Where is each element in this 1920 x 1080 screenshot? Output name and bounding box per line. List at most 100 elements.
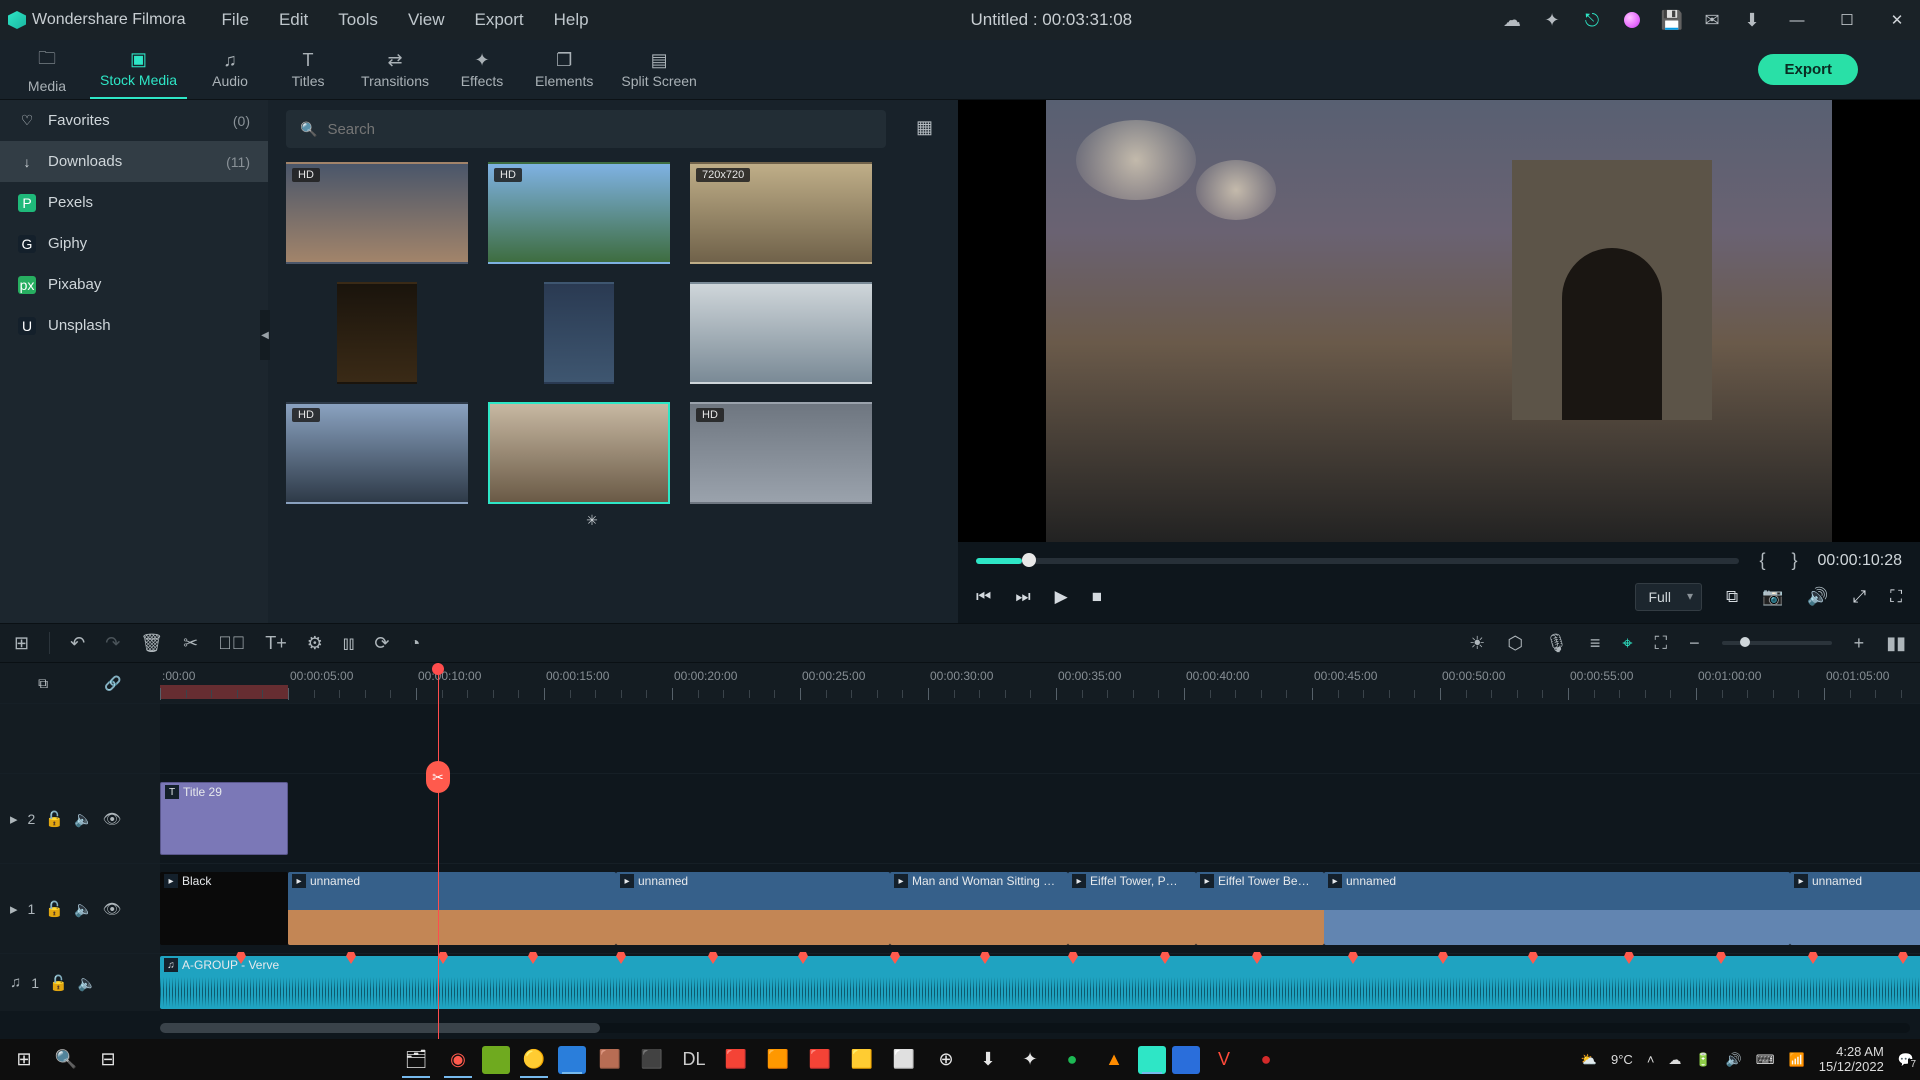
tb-filmora-icon[interactable] — [1138, 1046, 1166, 1074]
media-thumb[interactable] — [337, 282, 417, 384]
tb-app2-icon[interactable]: 🟫 — [592, 1042, 628, 1078]
menu-view[interactable]: View — [396, 6, 457, 34]
video-clip[interactable]: ▸Eiffel Tower Be… — [1196, 872, 1324, 945]
preview-quality-select[interactable]: Full — [1635, 583, 1702, 611]
tray-volume-icon[interactable]: 🔊 — [1726, 1052, 1742, 1068]
render-icon[interactable]: ☀ — [1469, 633, 1485, 654]
tray-onedrive-icon[interactable]: ☁ — [1668, 1052, 1681, 1068]
play-button[interactable]: ▶ — [1055, 587, 1068, 607]
next-frame-button[interactable]: ⏭ — [1015, 587, 1030, 607]
tb-app5-icon[interactable]: 🟥 — [718, 1042, 754, 1078]
sidebar-item-favorites[interactable]: ♡Favorites(0) — [0, 100, 268, 141]
link-icon[interactable]: 🔗 — [104, 675, 121, 692]
tb-explorer-icon[interactable]: 🗂 — [398, 1042, 434, 1078]
tb-chrome-icon[interactable]: 🟡 — [516, 1042, 552, 1078]
tb-app7-icon[interactable]: 🟥 — [802, 1042, 838, 1078]
account-icon[interactable] — [1622, 10, 1642, 30]
track-lock-icon[interactable]: 🔓 — [49, 974, 68, 992]
tb-search-icon[interactable]: 🔍 — [48, 1042, 84, 1078]
tb-spotify-icon[interactable]: ● — [1054, 1042, 1090, 1078]
title-clip[interactable]: TTitle 29 — [160, 782, 288, 855]
tab-effects[interactable]: ✦Effects — [447, 40, 517, 99]
levels-button[interactable]: ⫾⫾ — [343, 633, 355, 654]
menu-tools[interactable]: Tools — [326, 6, 390, 34]
tb-screenrec-icon[interactable]: ◉ — [440, 1042, 476, 1078]
compare-icon[interactable]: ⧉ — [1726, 587, 1738, 607]
tb-app3-icon[interactable]: ⬛ — [634, 1042, 670, 1078]
menu-export[interactable]: Export — [462, 6, 535, 34]
split-handle-icon[interactable]: ✂ — [426, 761, 450, 793]
tb-nvidia-icon[interactable] — [482, 1046, 510, 1074]
tray-battery-icon[interactable]: 🔋 — [1695, 1052, 1711, 1068]
timeline-ruler[interactable]: :00:0000:00:05:0000:00:10:0000:00:15:000… — [160, 663, 1920, 703]
search-box[interactable]: 🔍 — [286, 110, 886, 148]
audio-clip[interactable]: ♫A-GROUP - Verve — [160, 956, 1920, 1009]
media-thumb[interactable]: HD — [286, 402, 468, 504]
media-thumb[interactable]: HD — [690, 402, 872, 504]
voiceover-icon[interactable]: 🎙 — [1545, 633, 1568, 654]
prev-frame-button[interactable]: ⏮ — [976, 587, 991, 607]
mark-in-button[interactable]: { — [1753, 550, 1771, 571]
timeline-h-scrollbar[interactable] — [160, 1023, 1910, 1033]
tb-app13-icon[interactable] — [1172, 1046, 1200, 1074]
media-thumb[interactable] — [544, 282, 614, 384]
cut-button[interactable]: ✂ — [183, 633, 198, 654]
mark-out-button[interactable]: } — [1785, 550, 1803, 571]
track-mute-icon[interactable]: 🔈 — [78, 974, 97, 992]
fullscreen-icon[interactable]: ⛶ — [1890, 587, 1902, 607]
tb-app14-icon[interactable]: V — [1206, 1042, 1242, 1078]
tray-lang-icon[interactable]: ⌨ — [1756, 1052, 1775, 1068]
track-visibility-icon[interactable]: 👁 — [103, 900, 122, 918]
tb-app4-icon[interactable]: DL — [676, 1042, 712, 1078]
media-thumb[interactable]: HD — [488, 162, 670, 264]
markers-icon[interactable]: ⬡ — [1507, 633, 1523, 654]
scrub-slider[interactable] — [976, 558, 1739, 564]
volume-icon[interactable]: 🔊 — [1807, 587, 1828, 607]
speed-button[interactable]: ⟳ — [374, 633, 389, 654]
adjust-button[interactable]: ⚙ — [307, 633, 323, 654]
export-button[interactable]: Export — [1758, 54, 1858, 85]
tb-app1-icon[interactable] — [558, 1046, 586, 1074]
track-mute-icon[interactable]: 🔈 — [74, 900, 93, 918]
redo-button[interactable]: ↷ — [105, 633, 120, 654]
tb-app8-icon[interactable]: 🟨 — [844, 1042, 880, 1078]
notifications-icon[interactable]: 💬7 — [1898, 1052, 1914, 1068]
tb-app11-icon[interactable]: ⬇ — [970, 1042, 1006, 1078]
tab-elements[interactable]: ❐Elements — [525, 40, 603, 99]
save-icon[interactable]: 💾 — [1662, 10, 1682, 30]
playhead[interactable] — [438, 663, 439, 1039]
zoom-in-button[interactable]: + — [1854, 633, 1865, 654]
tab-titles[interactable]: TTitles — [273, 40, 343, 99]
media-thumb[interactable]: 720x720 — [690, 162, 872, 264]
tab-transitions[interactable]: ⇄Transitions — [351, 40, 439, 99]
video-clip[interactable]: ▸unnamed — [288, 872, 616, 945]
tab-split[interactable]: ▤Split Screen — [611, 40, 706, 99]
snapshot-icon[interactable]: 📷 — [1762, 587, 1783, 607]
tb-app10-icon[interactable]: ⊕ — [928, 1042, 964, 1078]
media-thumb[interactable] — [488, 402, 670, 504]
sidebar-item-unsplash[interactable]: UUnsplash — [0, 305, 268, 346]
tb-app15-icon[interactable]: ● — [1248, 1042, 1284, 1078]
color-button[interactable]: ◔ — [410, 633, 421, 654]
sidebar-item-downloads[interactable]: ↓Downloads(11) — [0, 141, 268, 182]
track-visibility-icon[interactable]: 👁 — [103, 810, 122, 828]
video-clip[interactable]: ▸Eiffel Tower, P… — [1068, 872, 1196, 945]
stop-button[interactable]: ■ — [1092, 587, 1102, 607]
sidebar-item-pexels[interactable]: PPexels — [0, 182, 268, 223]
video-clip[interactable]: ▸Black — [160, 872, 288, 945]
task-view-icon[interactable]: ⊟ — [90, 1042, 126, 1078]
grid-view-icon[interactable]: ▦ — [916, 117, 940, 141]
start-button[interactable]: ⊞ — [6, 1042, 42, 1078]
crop-button[interactable]: ◯⃠ — [218, 633, 245, 654]
sidebar-item-pixabay[interactable]: pxPixabay — [0, 264, 268, 305]
window-minimize-icon[interactable]: — — [1782, 10, 1812, 30]
track-lock-icon[interactable]: 🔓 — [45, 810, 64, 828]
menu-edit[interactable]: Edit — [267, 6, 320, 34]
cloud-icon[interactable]: ☁ — [1502, 10, 1522, 30]
tray-chevron-icon[interactable]: ˄ — [1647, 1052, 1655, 1067]
sidebar-item-giphy[interactable]: GGiphy — [0, 223, 268, 264]
mail-icon[interactable]: ✉ — [1702, 10, 1722, 30]
undo-button[interactable]: ↶ — [70, 633, 85, 654]
menu-file[interactable]: File — [210, 6, 261, 34]
record-icon[interactable]: ⬇ — [1742, 10, 1762, 30]
